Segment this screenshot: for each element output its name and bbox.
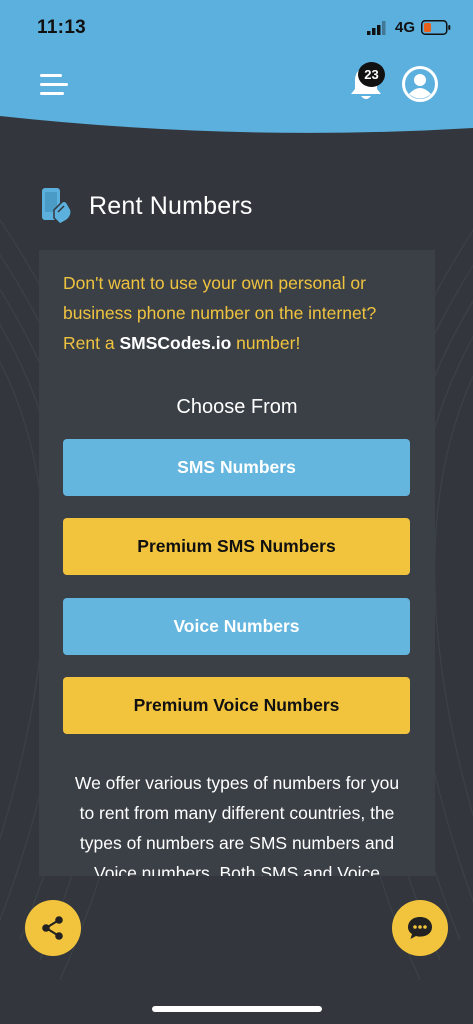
network-type: 4G [394,19,415,36]
intro-line: Don't want to use your own personal or [63,273,366,293]
share-icon [42,916,63,940]
rent-phone-icon [42,188,72,225]
home-indicator[interactable] [152,1006,322,1012]
page-title: Rent Numbers [89,191,253,220]
description-text: We offer various types of numbers for yo… [59,768,415,876]
signal-icon [366,20,386,35]
share-button[interactable] [25,900,81,956]
status-icons: 4G [366,19,451,36]
choose-from-heading: Choose From [176,396,298,418]
description-line: types of numbers are SMS numbers and [79,833,395,853]
description-line: We offer various types of numbers for yo… [74,773,400,793]
battery-icon [421,20,451,35]
intro-text: Don't want to use your own personal or b… [63,268,411,358]
sms-numbers-button[interactable]: SMS Numbers [63,439,410,496]
user-profile-icon[interactable] [401,65,439,103]
hamburger-menu-icon[interactable] [40,70,72,98]
chat-icon [408,917,432,939]
intro-suffix: number! [231,333,301,353]
chat-button[interactable] [392,900,448,956]
notification-badge: 23 [358,62,385,87]
intro-prefix: Rent a [63,333,120,353]
rent-numbers-card: Don't want to use your own personal or b… [39,250,435,876]
intro-line: business phone number on the internet? [63,303,377,323]
premium-voice-numbers-button[interactable]: Premium Voice Numbers [63,677,410,734]
description-line: to rent from many different countries, t… [79,803,395,823]
voice-numbers-button[interactable]: Voice Numbers [63,598,410,655]
premium-sms-numbers-button[interactable]: Premium SMS Numbers [63,518,410,575]
status-time: 11:13 [37,17,87,38]
description-line: Voice numbers. Both SMS and Voice [94,863,380,876]
brand-name: SMSCodes.io [119,333,232,353]
page-heading: Rent Numbers [40,185,253,227]
status-bar: 11:13 4G [0,0,473,56]
intro-line: Rent a SMSCodes.io number! [63,328,411,358]
